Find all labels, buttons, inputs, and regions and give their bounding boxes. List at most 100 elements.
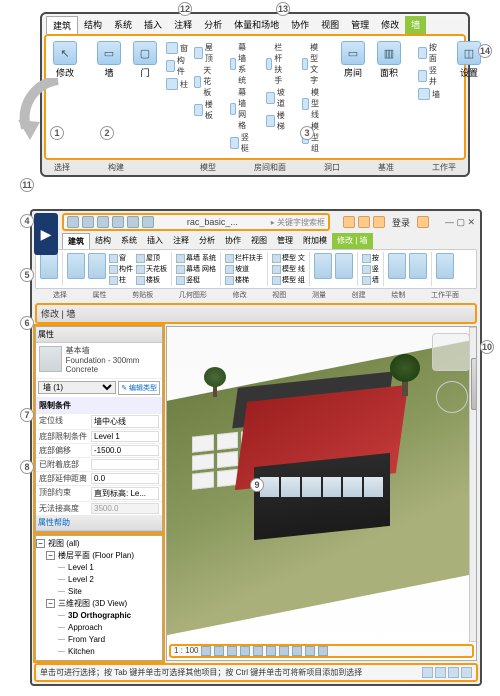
mtab-struct[interactable]: 结构 [90,233,116,249]
tab-manage[interactable]: 管理 [345,16,375,34]
mtab-ins[interactable]: 插入 [142,233,168,249]
base-attached-field[interactable] [91,459,159,470]
stair-button[interactable]: 楼梯 [266,110,288,132]
exchange-icon[interactable] [373,216,385,228]
browser-site[interactable]: Site [58,586,160,598]
type-selector[interactable]: 墙 (1) [38,381,116,394]
mtab-add[interactable]: 附加模 [298,233,332,249]
scale-label[interactable]: 1 : 100 [174,646,198,655]
door-panel-icon[interactable] [88,253,106,279]
print-icon[interactable] [127,216,139,228]
properties-help-link[interactable]: 属性帮助 [38,518,70,527]
sign-in-button[interactable]: 登录 [388,216,414,229]
mtab-ann[interactable]: 注释 [168,233,194,249]
by-face-button[interactable]: 按面 [418,42,440,64]
shadows-icon[interactable] [240,646,250,656]
component-button[interactable]: 构件 [166,55,188,77]
crop-icon[interactable] [266,646,276,656]
lock-3d-icon[interactable] [292,646,302,656]
crop-region-icon[interactable] [279,646,289,656]
model-line-button[interactable]: 模型 线 [302,87,324,120]
top-constraint-field[interactable]: 直到标高: Le... [91,487,159,500]
mullion-button[interactable]: 竖梃 [230,132,252,154]
mtab-vw[interactable]: 视图 [246,233,272,249]
redo-icon[interactable] [112,216,124,228]
tab-systems[interactable]: 系统 [108,16,138,34]
steering-wheel[interactable] [436,381,468,413]
tab-annotate[interactable]: 注释 [168,16,198,34]
mtab-context[interactable]: 修改 | 墙 [332,233,373,249]
editable-only-icon[interactable] [448,667,459,678]
type-thumbnail[interactable] [39,346,62,372]
room-button[interactable]: ▭房间 [338,40,368,154]
undo-icon[interactable] [97,216,109,228]
app-menu-button[interactable]: ▶ [34,213,58,255]
vertical-scrollbar[interactable] [469,327,477,642]
tab-collaborate[interactable]: 协作 [285,16,315,34]
browser-root[interactable]: 视图 (all) [48,539,80,548]
location-line-field[interactable]: 墙中心线 [91,415,159,428]
tab-massing[interactable]: 体量和场地 [228,16,285,34]
room-panel-icon[interactable] [314,253,332,279]
workset-icon[interactable] [422,667,433,678]
area-button[interactable]: ▥面积 [374,40,404,154]
save-icon[interactable] [82,216,94,228]
edit-type-button[interactable]: ✎ 编辑类型 [118,381,160,395]
browser-fromyard[interactable]: From Yard [58,634,160,646]
reveal-hidden-icon[interactable] [318,646,328,656]
mtab-col[interactable]: 协作 [220,233,246,249]
model-text-button[interactable]: 模型 文字 [302,42,324,86]
filter-icon[interactable] [461,667,472,678]
open-icon[interactable] [67,216,79,228]
ceiling-button[interactable]: 天花板 [194,65,216,98]
sun-path-icon[interactable] [227,646,237,656]
railing-button[interactable]: 栏杆扶手 [266,42,288,86]
help-icon[interactable] [417,216,429,228]
wall-panel-icon[interactable] [67,253,85,279]
set-button[interactable]: ◫设置 [454,40,484,154]
ramp-button[interactable]: 坡道 [266,87,288,109]
measure-icon[interactable] [142,216,154,228]
tab-view[interactable]: 视图 [315,16,345,34]
wall-opening-button[interactable]: 墙 [418,88,440,100]
area-panel-icon[interactable] [335,253,353,279]
window-button[interactable]: 窗 [166,42,188,54]
browser-approach[interactable]: Approach [58,622,160,634]
browser-level1[interactable]: Level 1 [58,562,160,574]
curtain-system-button[interactable]: 幕墙 系统 [230,42,252,86]
detail-level-icon[interactable] [201,646,211,656]
set-panel-icon[interactable] [436,253,454,279]
tab-insert[interactable]: 插入 [138,16,168,34]
tab-modify[interactable]: 修改 [375,16,405,34]
base-constraint-field[interactable]: Level 1 [91,431,159,442]
tab-structure[interactable]: 结构 [78,16,108,34]
mtab-sys[interactable]: 系统 [116,233,142,249]
viewcube[interactable] [432,333,470,371]
temporary-hide-icon[interactable] [305,646,315,656]
level-icon[interactable] [388,253,406,279]
door-button[interactable]: ▢门 [130,40,160,154]
tab-analyze[interactable]: 分析 [198,16,228,34]
column-button[interactable]: 柱 [166,78,188,90]
mtab-mg[interactable]: 管理 [272,233,298,249]
grid-icon[interactable] [409,253,427,279]
tab-architecture[interactable]: 建筑 [46,16,78,34]
base-extension-field[interactable]: 0.0 [91,473,159,484]
floor-button[interactable]: 楼板 [194,99,216,121]
shaft-button[interactable]: 竖井 [418,65,440,87]
drawing-area[interactable]: 1 : 100 [166,326,477,661]
design-options-icon[interactable] [435,667,446,678]
browser-3dviews[interactable]: 三维视图 (3D View) [58,599,127,608]
base-offset-field[interactable]: -1500.0 [91,445,159,456]
mtab-arch[interactable]: 建筑 [62,233,90,249]
mtab-ana[interactable]: 分析 [194,233,220,249]
rendering-icon[interactable] [253,646,263,656]
tab-contextual-wall[interactable]: 墙 [405,16,426,34]
subscription-icon[interactable] [358,216,370,228]
visual-style-icon[interactable] [214,646,224,656]
search-icon[interactable] [343,216,355,228]
browser-3d-ortho[interactable]: 3D Orthographic [58,610,160,622]
modify-panel-icon[interactable] [40,253,58,279]
browser-floorplans[interactable]: 楼层平面 (Floor Plan) [58,551,134,560]
browser-kitchen[interactable]: Kitchen [58,646,160,658]
